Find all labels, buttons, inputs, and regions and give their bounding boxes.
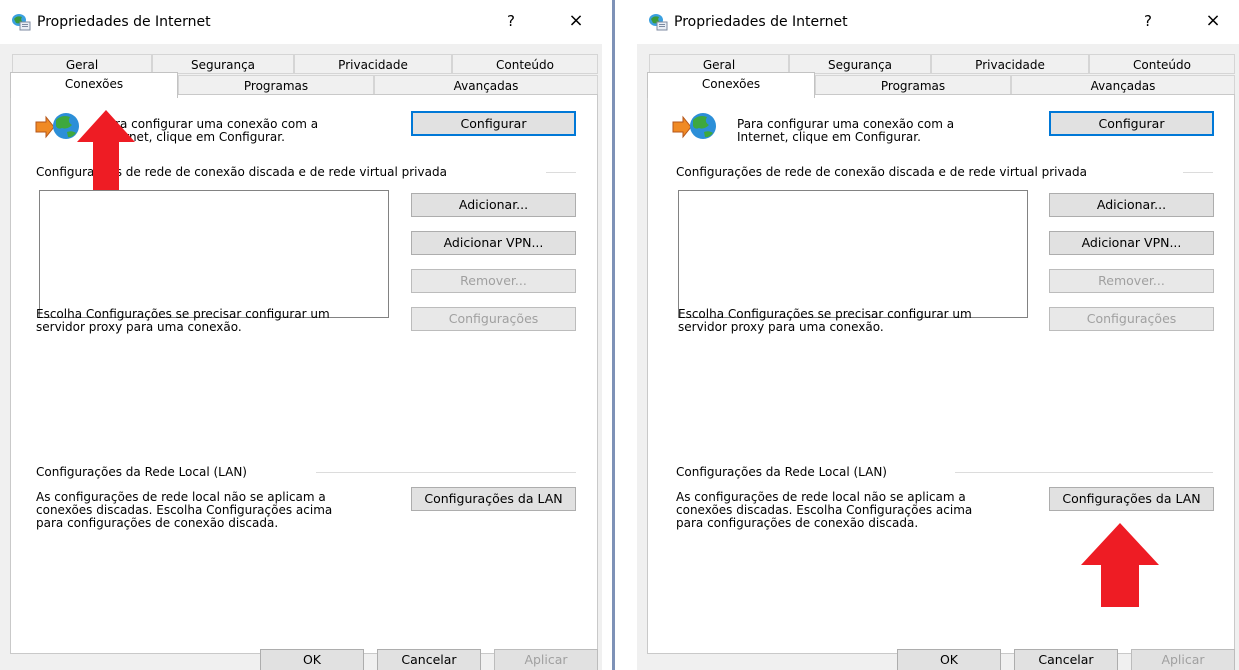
- help-button[interactable]: ?: [1141, 12, 1155, 30]
- lan-section-label: Configurações da Rede Local (LAN): [36, 465, 247, 479]
- ok-button[interactable]: OK: [897, 649, 1001, 670]
- tab-programas[interactable]: Programas: [815, 75, 1011, 95]
- settings-button[interactable]: Configurações: [1049, 307, 1214, 331]
- tab-avancadas[interactable]: Avançadas: [374, 75, 598, 95]
- help-button[interactable]: ?: [504, 12, 518, 30]
- tab-conexoes[interactable]: Conexões: [647, 72, 815, 98]
- globe-connection-icon: [35, 113, 79, 139]
- tab-programas[interactable]: Programas: [178, 75, 374, 95]
- tab-privacidade[interactable]: Privacidade: [294, 54, 452, 74]
- remove-button[interactable]: Remover...: [411, 269, 576, 293]
- internet-options-icon: [649, 14, 668, 31]
- tab-conteudo[interactable]: Conteúdo: [1089, 54, 1235, 74]
- section-divider: [546, 172, 576, 173]
- proxy-text-line2: servidor proxy para uma conexão.: [678, 320, 884, 334]
- lan-settings-button[interactable]: Configurações da LAN: [1049, 487, 1214, 511]
- panel-divider: [612, 0, 615, 670]
- add-vpn-button[interactable]: Adicionar VPN...: [1049, 231, 1214, 255]
- setup-button[interactable]: Configurar: [411, 111, 576, 136]
- connections-list[interactable]: [39, 190, 389, 318]
- internet-options-dialog-right: Propriedades de Internet ? × Geral Segur…: [637, 0, 1239, 670]
- tab-avancadas[interactable]: Avançadas: [1011, 75, 1235, 95]
- close-button[interactable]: ×: [1203, 10, 1223, 31]
- tab-geral[interactable]: Geral: [649, 54, 789, 74]
- title-bar: Propriedades de Internet ? ×: [0, 0, 602, 44]
- apply-button[interactable]: Aplicar: [1131, 649, 1235, 670]
- lan-text-line3: para configurações de conexão discada.: [36, 516, 279, 530]
- tab-privacidade[interactable]: Privacidade: [931, 54, 1089, 74]
- tab-conexoes[interactable]: Conexões: [10, 72, 178, 98]
- globe-connection-icon: [672, 113, 716, 139]
- ok-button[interactable]: OK: [260, 649, 364, 670]
- proxy-text-line2: servidor proxy para uma conexão.: [36, 320, 242, 334]
- dialup-section-label: Configurações de rede de conexão discada…: [676, 165, 1087, 179]
- internet-options-icon: [12, 14, 31, 31]
- lan-text-line3: para configurações de conexão discada.: [676, 516, 919, 530]
- setup-button[interactable]: Configurar: [1049, 111, 1214, 136]
- add-button[interactable]: Adicionar...: [1049, 193, 1214, 217]
- add-vpn-button[interactable]: Adicionar VPN...: [411, 231, 576, 255]
- apply-button[interactable]: Aplicar: [494, 649, 598, 670]
- tab-conteudo[interactable]: Conteúdo: [452, 54, 598, 74]
- settings-button[interactable]: Configurações: [411, 307, 576, 331]
- red-arrow-annotation: [1081, 523, 1159, 607]
- cancel-button[interactable]: Cancelar: [377, 649, 481, 670]
- section-divider: [955, 472, 1213, 473]
- lan-settings-button[interactable]: Configurações da LAN: [411, 487, 576, 511]
- remove-button[interactable]: Remover...: [1049, 269, 1214, 293]
- window-title: Propriedades de Internet: [674, 14, 848, 30]
- tab-seguranca[interactable]: Segurança: [152, 54, 294, 74]
- section-divider: [1183, 172, 1213, 173]
- tab-seguranca[interactable]: Segurança: [789, 54, 931, 74]
- close-button[interactable]: ×: [566, 10, 586, 31]
- internet-options-dialog-left: Propriedades de Internet ? × Geral Segur…: [0, 0, 602, 670]
- tab-geral[interactable]: Geral: [12, 54, 152, 74]
- window-title: Propriedades de Internet: [37, 14, 211, 30]
- add-button[interactable]: Adicionar...: [411, 193, 576, 217]
- setup-text-line2: Internet, clique em Configurar.: [737, 130, 921, 144]
- red-arrow-annotation: [77, 110, 135, 190]
- connections-list[interactable]: [678, 190, 1028, 318]
- section-divider: [316, 472, 576, 473]
- title-bar: Propriedades de Internet ? ×: [637, 0, 1239, 44]
- lan-section-label: Configurações da Rede Local (LAN): [676, 465, 887, 479]
- cancel-button[interactable]: Cancelar: [1014, 649, 1118, 670]
